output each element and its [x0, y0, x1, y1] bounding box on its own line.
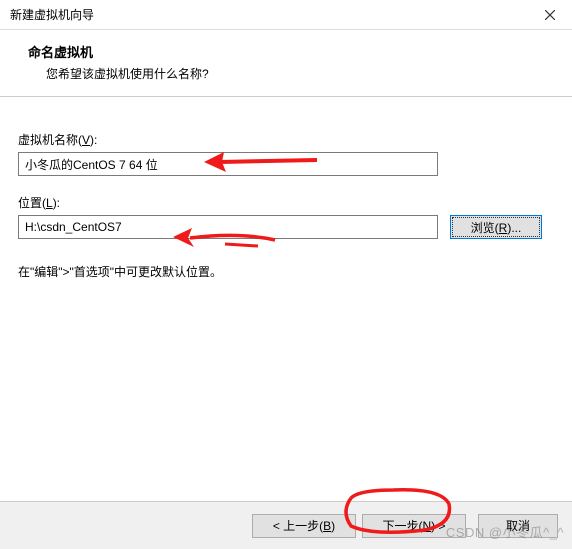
close-icon	[545, 10, 555, 20]
wizard-header: 命名虚拟机 您希望该虚拟机使用什么名称?	[0, 30, 572, 97]
titlebar: 新建虚拟机向导	[0, 0, 572, 30]
content-area: 虚拟机名称(V): 位置(L): 浏览(R)... 在"编辑">"首选项"中可更…	[0, 97, 572, 290]
browse-button[interactable]: 浏览(R)...	[450, 215, 542, 239]
vm-name-input[interactable]	[18, 152, 438, 176]
back-button[interactable]: < 上一步(B)	[252, 514, 356, 538]
location-input[interactable]	[18, 215, 438, 239]
vm-name-label: 虚拟机名称(V):	[18, 131, 554, 148]
window-title: 新建虚拟机向导	[10, 6, 94, 23]
page-subtitle: 您希望该虚拟机使用什么名称?	[46, 65, 552, 82]
button-bar: < 上一步(B) 下一步(N) > 取消	[0, 501, 572, 549]
close-button[interactable]	[527, 0, 572, 30]
location-row: 浏览(R)...	[18, 215, 554, 239]
next-button[interactable]: 下一步(N) >	[362, 514, 466, 538]
cancel-button[interactable]: 取消	[478, 514, 558, 538]
location-note: 在"编辑">"首选项"中可更改默认位置。	[18, 263, 554, 280]
location-label: 位置(L):	[18, 194, 554, 211]
page-title: 命名虚拟机	[28, 42, 552, 61]
